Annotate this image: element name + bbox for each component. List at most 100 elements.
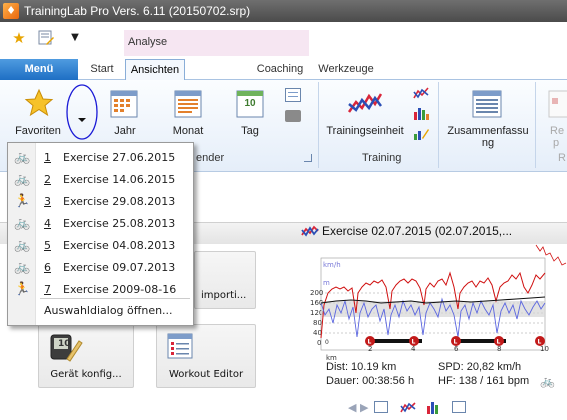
bike-icon: 🚲 xyxy=(14,260,31,275)
exercise-stats: Dist: 10.19 km SPD: 20,82 km/h Dauer: 00… xyxy=(326,361,561,391)
monat-label: Monat xyxy=(172,125,204,137)
small-gray-icon[interactable] xyxy=(285,110,301,122)
favorites-dropdown-menu: 🚲 1 Exercise 27.06.2015 🚲 2 Exercise 14.… xyxy=(7,142,194,326)
favorite-number: 7 xyxy=(44,283,51,296)
zusammenfassung-label-2: ng xyxy=(481,137,495,149)
favorite-label: Exercise 25.08.2013 xyxy=(63,217,176,230)
x-tick: 0 xyxy=(325,339,329,346)
geraet-label: Gerät konfig... xyxy=(50,369,122,380)
report-group-label: R xyxy=(558,152,566,164)
summary-list-icon xyxy=(472,90,502,118)
runner-icon: 🏃 xyxy=(14,194,31,209)
tab-coaching[interactable]: Coaching xyxy=(252,59,308,80)
highlight-circle xyxy=(66,84,98,140)
zusammenfassung-label: Zusammenfassu xyxy=(447,125,529,137)
workout-editor-label: Workout Editor xyxy=(168,369,244,380)
favorite-item[interactable]: 🏃 3 Exercise 29.08.2013 xyxy=(8,191,194,213)
pencil-chart-icon[interactable] xyxy=(413,126,429,140)
favorite-label: Exercise 14.06.2015 xyxy=(63,173,176,186)
prev-icon[interactable]: ◀ xyxy=(348,401,356,414)
favorite-item[interactable]: 🚲 2 Exercise 14.06.2015 xyxy=(8,169,194,191)
speed-value: SPD: 20,82 km/h xyxy=(438,361,522,373)
app-logo-icon: ♦ xyxy=(3,3,19,19)
report-label-2: p xyxy=(553,137,560,149)
lap-marker: L xyxy=(368,339,372,346)
bike-icon: 🚲 xyxy=(14,238,31,253)
dialog-launcher-icon[interactable] xyxy=(304,154,312,162)
small-calendar-icon[interactable] xyxy=(285,88,301,102)
favorite-label: Exercise 27.06.2015 xyxy=(63,151,176,164)
favorites-star-icon xyxy=(24,88,54,117)
tag-label: Tag xyxy=(241,125,259,137)
favorite-number: 2 xyxy=(44,173,51,186)
tab-werkzeuge[interactable]: Werkzeuge xyxy=(315,59,377,80)
favorite-number: 5 xyxy=(44,239,51,252)
workout-editor-tile[interactable]: Workout Editor xyxy=(156,324,256,388)
y-tick: 40 xyxy=(313,329,322,337)
tag-button[interactable]: 10 Tag xyxy=(230,84,270,146)
list-view-icon[interactable] xyxy=(452,401,466,413)
bike-icon: 🚲 xyxy=(540,374,555,388)
favorite-number: 6 xyxy=(44,261,51,274)
bike-icon: 🚲 xyxy=(14,216,31,231)
monat-button[interactable]: Monat xyxy=(164,84,212,146)
small-chart-icon[interactable] xyxy=(413,86,429,100)
tab-start[interactable]: Start xyxy=(84,59,120,80)
geraet-konfig-tile[interactable]: 10 Gerät konfig... xyxy=(38,324,134,388)
star-icon[interactable]: ★ xyxy=(10,29,28,47)
context-tab-group: Analyse xyxy=(124,30,309,56)
title-bar: ♦ TrainingLab Pro Vers. 6.11 (20150702.s… xyxy=(0,0,567,22)
workout-editor-icon xyxy=(167,333,193,359)
report-button-partial[interactable]: Re p xyxy=(540,84,567,149)
trainingseinheit-button[interactable]: Trainingseinheit xyxy=(322,84,408,146)
tab-ansichten[interactable]: Ansichten xyxy=(125,59,185,80)
dropdown-arrow-icon[interactable]: ▼ xyxy=(66,29,84,47)
menu-button[interactable]: Menü xyxy=(0,59,78,80)
jahr-button[interactable]: Jahr xyxy=(104,84,146,146)
calendar-year-icon xyxy=(110,90,138,118)
favorite-number: 4 xyxy=(44,217,51,230)
x-tick: 10 xyxy=(540,345,549,353)
chart-view-icon[interactable] xyxy=(400,401,416,414)
x-tick: 8 xyxy=(497,345,501,353)
exercise-chart-icon xyxy=(301,225,319,237)
jahr-label: Jahr xyxy=(114,125,136,137)
bike-icon: 🚲 xyxy=(14,172,31,187)
context-group-label: Analyse xyxy=(128,36,168,48)
unit-m: m xyxy=(323,279,330,287)
auswahldialog-item[interactable]: Auswahldialog öffnen... xyxy=(44,304,173,317)
hr-value: HF: 138 / 161 bpm xyxy=(438,375,530,387)
training-group-label: Training xyxy=(362,152,402,164)
lap-marker: L xyxy=(412,339,416,346)
bar-chart-view-icon[interactable] xyxy=(426,401,442,414)
bar-chart-icon[interactable] xyxy=(413,106,429,120)
favoriten-dropdown-button[interactable] xyxy=(66,84,100,140)
lap-marker: L xyxy=(497,339,501,346)
favorite-item[interactable]: 🚲 4 Exercise 25.08.2013 xyxy=(8,213,194,235)
x-tick: 4 xyxy=(411,345,416,353)
zusammenfassung-button[interactable]: Zusammenfassu ng xyxy=(446,84,530,149)
favorite-label: Exercise 09.07.2013 xyxy=(63,261,176,274)
favoriten-button[interactable]: Favoriten xyxy=(12,84,64,146)
favorite-item[interactable]: 🚲 1 Exercise 27.06.2015 xyxy=(8,147,194,169)
group-separator xyxy=(535,82,536,168)
favorite-item[interactable]: 🚲 6 Exercise 09.07.2013 xyxy=(8,257,194,279)
y-tick: 0 xyxy=(317,339,321,347)
import-tile[interactable]: importi... xyxy=(194,251,256,309)
table-icon[interactable] xyxy=(374,401,388,413)
runner-icon: 🏃 xyxy=(14,282,31,297)
favorite-item[interactable]: 🚲 5 Exercise 04.08.2013 xyxy=(8,235,194,257)
lap-marker: L xyxy=(538,339,542,346)
calendar-group-label: ender xyxy=(196,152,225,164)
trainingseinheit-label: Trainingseinheit xyxy=(326,125,404,137)
exercise-title[interactable]: Exercise 02.07.2015 (02.07.2015,... xyxy=(322,224,512,238)
calendar-month-icon xyxy=(174,90,202,118)
favorite-label: Exercise 29.08.2013 xyxy=(63,195,176,208)
x-tick: 6 xyxy=(454,345,459,353)
edit-icon[interactable] xyxy=(37,29,55,47)
favorite-number: 1 xyxy=(44,151,51,164)
menu-separator xyxy=(40,298,190,299)
bottom-toolbar: ◀ ▶ xyxy=(296,398,567,420)
next-icon[interactable]: ▶ xyxy=(360,401,368,414)
group-separator xyxy=(438,82,439,168)
